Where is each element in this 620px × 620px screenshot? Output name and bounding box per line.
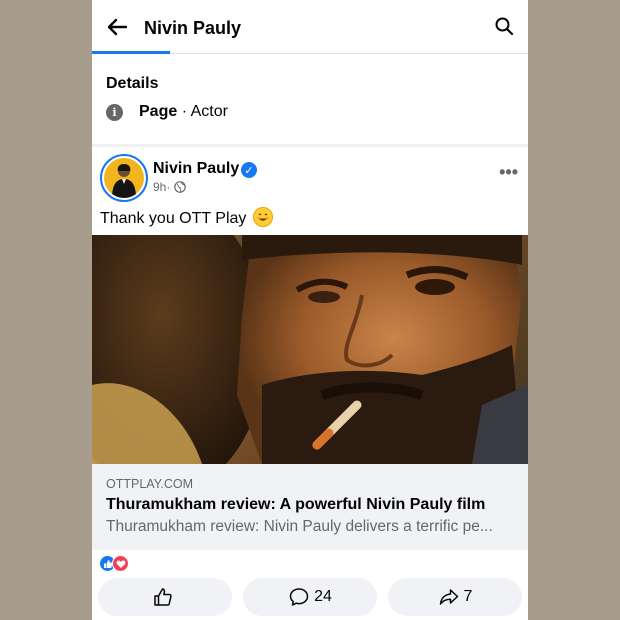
author-name[interactable]: Nivin Pauly bbox=[153, 160, 239, 178]
post-text: Thank you OTT Play bbox=[100, 207, 273, 228]
page-title: Nivin Pauly bbox=[144, 18, 242, 38]
share-count: 7 bbox=[463, 588, 473, 605]
meta-separator: · bbox=[166, 180, 171, 194]
post-actions: 24 7 bbox=[98, 578, 522, 616]
love-reaction-icon bbox=[112, 555, 129, 572]
page-category-text: Page · Actor bbox=[139, 103, 228, 121]
post-caption: Thank you OTT Play bbox=[100, 210, 247, 227]
info-icon: i bbox=[106, 103, 123, 121]
tab-indicator bbox=[92, 51, 170, 54]
comment-button[interactable]: 24 bbox=[243, 578, 377, 616]
like-button[interactable] bbox=[98, 578, 232, 616]
comment-icon bbox=[289, 588, 309, 606]
post-meta: 9h · bbox=[153, 180, 187, 194]
details-separator: · bbox=[177, 103, 191, 120]
avatar-image bbox=[104, 158, 144, 198]
details-section: Details i Page · Actor bbox=[92, 55, 528, 144]
share-button[interactable]: 7 bbox=[388, 578, 522, 616]
verified-badge-icon: ✓ bbox=[241, 162, 257, 178]
reactions-summary[interactable] bbox=[99, 555, 129, 572]
top-bar: Nivin Pauly bbox=[92, 0, 528, 54]
page-category: Actor bbox=[190, 103, 228, 120]
post-time[interactable]: 9h bbox=[153, 180, 166, 194]
page-type-label: Page bbox=[139, 103, 178, 120]
link-title: Thuramukham review: A powerful Nivin Pau… bbox=[106, 496, 486, 513]
search-icon bbox=[495, 17, 514, 36]
page-category-row: i Page · Actor bbox=[106, 101, 228, 123]
avatar[interactable] bbox=[100, 154, 148, 202]
smiling-emoji-icon bbox=[252, 207, 273, 227]
comment-count: 24 bbox=[314, 588, 332, 605]
globe-icon bbox=[174, 181, 187, 193]
link-domain: OTTPLAY.COM bbox=[106, 477, 194, 491]
post-image[interactable] bbox=[92, 235, 528, 464]
link-description: Thuramukham review: Nivin Pauly delivers… bbox=[106, 518, 493, 535]
phone-screen: Nivin Pauly Details i Page · Actor Nivin… bbox=[92, 0, 528, 620]
thumbs-up-icon bbox=[154, 588, 172, 606]
more-options-button[interactable]: ••• bbox=[499, 162, 518, 183]
back-button[interactable] bbox=[104, 14, 130, 40]
search-button[interactable] bbox=[494, 16, 516, 38]
section-divider bbox=[92, 144, 528, 147]
link-preview[interactable]: OTTPLAY.COM Thuramukham review: A powerf… bbox=[92, 464, 528, 550]
back-arrow-icon bbox=[107, 18, 128, 36]
share-arrow-icon bbox=[439, 589, 458, 605]
details-heading: Details bbox=[106, 75, 159, 92]
